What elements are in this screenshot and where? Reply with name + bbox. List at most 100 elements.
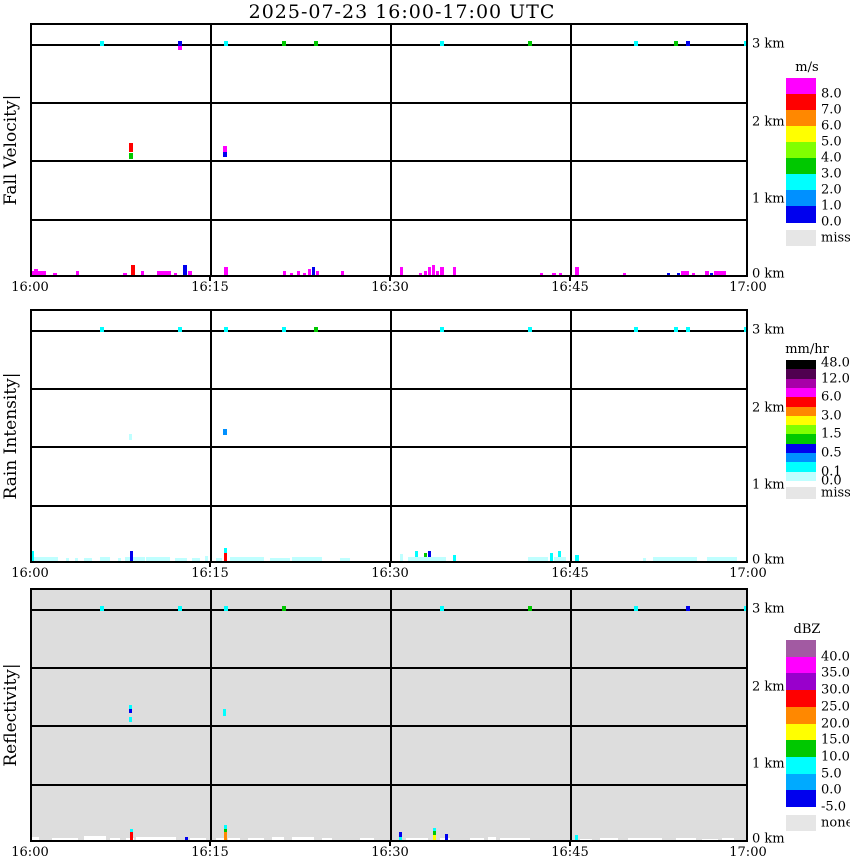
colorbar-tick-label: 6.0 xyxy=(821,120,842,133)
y-axis-label-fall-velocity: Fall Velocity| xyxy=(1,95,21,206)
y-axis-tick-label: 3 km xyxy=(752,38,785,51)
data-mark xyxy=(131,265,135,277)
data-mark xyxy=(216,558,222,562)
colorbar-swatch xyxy=(786,790,816,807)
y-axis-tick-label: 2 km xyxy=(752,116,785,129)
data-mark xyxy=(710,273,713,277)
colorbar-tick-label: 35.0 xyxy=(821,667,850,680)
data-mark xyxy=(432,557,446,562)
y-axis-label-reflectivity: Reflectivity| xyxy=(1,663,21,766)
vertical-gridline xyxy=(390,311,392,561)
data-mark xyxy=(178,46,182,50)
colorbar-tick-label: 0.5 xyxy=(821,447,842,460)
colorbar-tick-label: 3.0 xyxy=(821,409,842,422)
y-axis-tick-label: 3 km xyxy=(752,603,785,616)
data-mark xyxy=(558,551,561,557)
x-axis-tick xyxy=(569,275,571,281)
x-axis-tick-label: 16:15 xyxy=(180,280,240,296)
data-mark xyxy=(303,273,306,277)
colorbar-tick-label: 6.0 xyxy=(821,391,842,404)
data-mark xyxy=(528,327,532,332)
data-mark xyxy=(224,267,228,277)
data-mark xyxy=(292,557,322,562)
data-mark xyxy=(744,606,748,611)
data-mark xyxy=(136,837,176,841)
data-mark xyxy=(223,429,227,435)
colorbar-missing-swatch xyxy=(786,815,816,831)
data-mark xyxy=(406,838,428,841)
colorbar-swatch xyxy=(786,757,816,774)
data-mark xyxy=(428,267,431,277)
data-mark xyxy=(224,832,227,841)
data-mark xyxy=(272,837,284,841)
data-mark xyxy=(634,327,638,332)
colorbar-swatch xyxy=(786,657,816,674)
data-mark xyxy=(316,271,319,277)
data-mark xyxy=(322,838,332,841)
data-mark xyxy=(129,717,132,722)
colorbar-title-rain-intensity: mm/hr xyxy=(774,343,840,356)
data-mark xyxy=(205,556,208,562)
page-title: 2025-07-23 16:00-17:00 UTC xyxy=(0,1,804,23)
data-mark xyxy=(667,273,670,277)
colorbar-swatch xyxy=(786,690,816,707)
data-mark xyxy=(34,557,58,562)
x-axis-tick-label: 16:00 xyxy=(0,566,60,582)
data-mark xyxy=(399,837,402,841)
colorbar-tick-label: 1.5 xyxy=(821,428,842,441)
data-mark xyxy=(433,835,436,841)
x-axis-tick xyxy=(209,840,211,846)
colorbar-swatch xyxy=(786,397,816,407)
data-mark xyxy=(623,273,626,277)
colorbar-tick-label: 0.0 xyxy=(821,784,842,797)
x-axis-tick-label: 16:30 xyxy=(360,845,420,861)
panel-fall-velocity xyxy=(30,23,748,277)
data-mark xyxy=(674,327,678,332)
data-mark xyxy=(188,271,192,277)
data-mark xyxy=(453,267,456,277)
colorbar-swatch xyxy=(786,774,816,791)
data-mark xyxy=(550,553,553,562)
data-mark xyxy=(52,838,78,841)
data-mark xyxy=(228,838,240,841)
data-mark xyxy=(125,557,145,562)
panel-reflectivity xyxy=(30,588,748,842)
data-mark xyxy=(686,606,690,611)
data-mark xyxy=(100,41,104,46)
plot-canvas: 2025-07-23 16:00-17:00 UTC Fall Velocity… xyxy=(0,0,850,868)
data-mark xyxy=(100,606,104,611)
data-mark xyxy=(552,273,556,277)
data-mark xyxy=(130,551,133,562)
data-mark xyxy=(157,271,171,277)
data-mark xyxy=(129,709,132,713)
colorbar-tick-label: 25.0 xyxy=(821,700,850,713)
data-mark xyxy=(314,327,318,332)
horizontal-gridline xyxy=(32,505,746,507)
data-mark xyxy=(440,41,444,46)
data-mark xyxy=(440,327,444,332)
data-mark xyxy=(282,606,286,611)
data-mark xyxy=(400,267,403,277)
horizontal-gridline xyxy=(32,725,746,727)
data-mark xyxy=(559,273,562,277)
colorbar-tick-label: 40.0 xyxy=(821,650,850,663)
data-mark xyxy=(707,557,737,562)
colorbar-swatch xyxy=(786,206,816,223)
data-mark xyxy=(66,558,69,562)
vertical-gridline xyxy=(390,25,392,275)
data-mark xyxy=(53,273,57,277)
data-mark xyxy=(31,837,39,841)
data-mark xyxy=(744,327,748,332)
y-axis-tick-label: 2 km xyxy=(752,681,785,694)
data-mark xyxy=(722,838,734,841)
vertical-gridline xyxy=(570,25,572,275)
y-axis-tick-label: 0 km xyxy=(752,554,785,567)
data-mark xyxy=(146,557,170,562)
data-mark xyxy=(653,557,697,562)
y-axis-tick-label: 1 km xyxy=(752,193,785,206)
x-axis-tick-label: 16:00 xyxy=(0,280,60,296)
colorbar-tick-label: 4.0 xyxy=(821,152,842,165)
data-mark xyxy=(340,558,350,562)
colorbar-swatch xyxy=(786,190,816,207)
data-mark xyxy=(292,837,314,841)
